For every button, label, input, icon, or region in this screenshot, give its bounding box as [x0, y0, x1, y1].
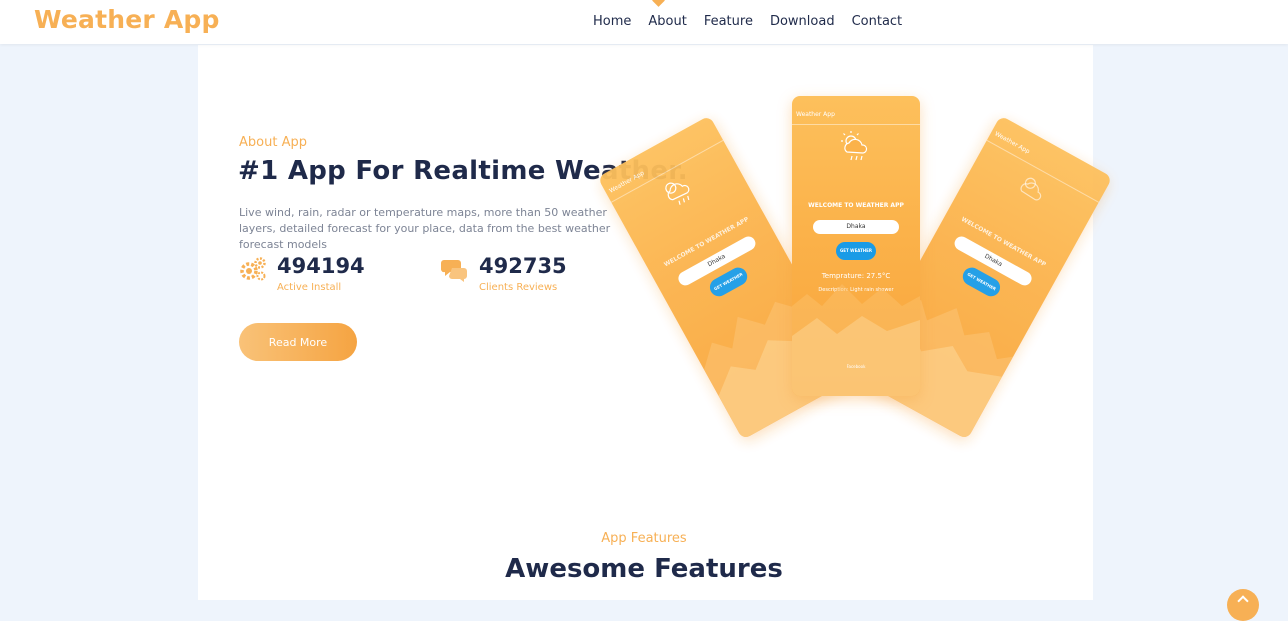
main-nav: Home About Feature Download Contact: [593, 14, 919, 29]
scroll-to-top-button[interactable]: [1227, 589, 1259, 621]
nav-item-contact[interactable]: Contact: [852, 14, 903, 29]
phone-footer: Facebook: [846, 364, 866, 369]
phone-get-weather-button: GET WEATHER: [836, 242, 876, 260]
active-nav-indicator: [652, 0, 665, 7]
stat-label: Clients Reviews: [479, 282, 558, 293]
phone-app-title: Weather App: [796, 111, 835, 118]
phone-welcome-text: WELCOME TO WEATHER APP: [808, 202, 904, 209]
read-more-button[interactable]: Read More: [239, 323, 357, 361]
chat-bubbles-icon: [441, 260, 467, 282]
top-navbar: Weather App Home About Feature Download …: [0, 0, 1288, 44]
cloud-rain-icon: [841, 131, 868, 161]
stat-value: 492735: [479, 254, 567, 278]
nav-item-feature[interactable]: Feature: [704, 14, 753, 29]
about-section-label: About App: [239, 135, 307, 150]
phone-mockup-center: Weather App WELCOME TO WEATHER APP Dhaka…: [792, 96, 920, 396]
gears-icon: [240, 257, 266, 281]
features-title: Awesome Features: [505, 554, 783, 584]
features-section-label: App Features: [601, 531, 687, 546]
nav-item-home[interactable]: Home: [593, 14, 631, 29]
nav-item-about[interactable]: About: [648, 14, 686, 29]
phone-city-input: Dhaka: [813, 220, 899, 234]
about-description: Live wind, rain, radar or temperature ma…: [239, 206, 611, 251]
stat-value: 494194: [277, 254, 365, 278]
nav-item-download[interactable]: Download: [770, 14, 835, 29]
stat-label: Active Install: [277, 282, 342, 293]
phone-hills-illustration: [792, 284, 920, 396]
logo[interactable]: Weather App: [34, 5, 220, 34]
